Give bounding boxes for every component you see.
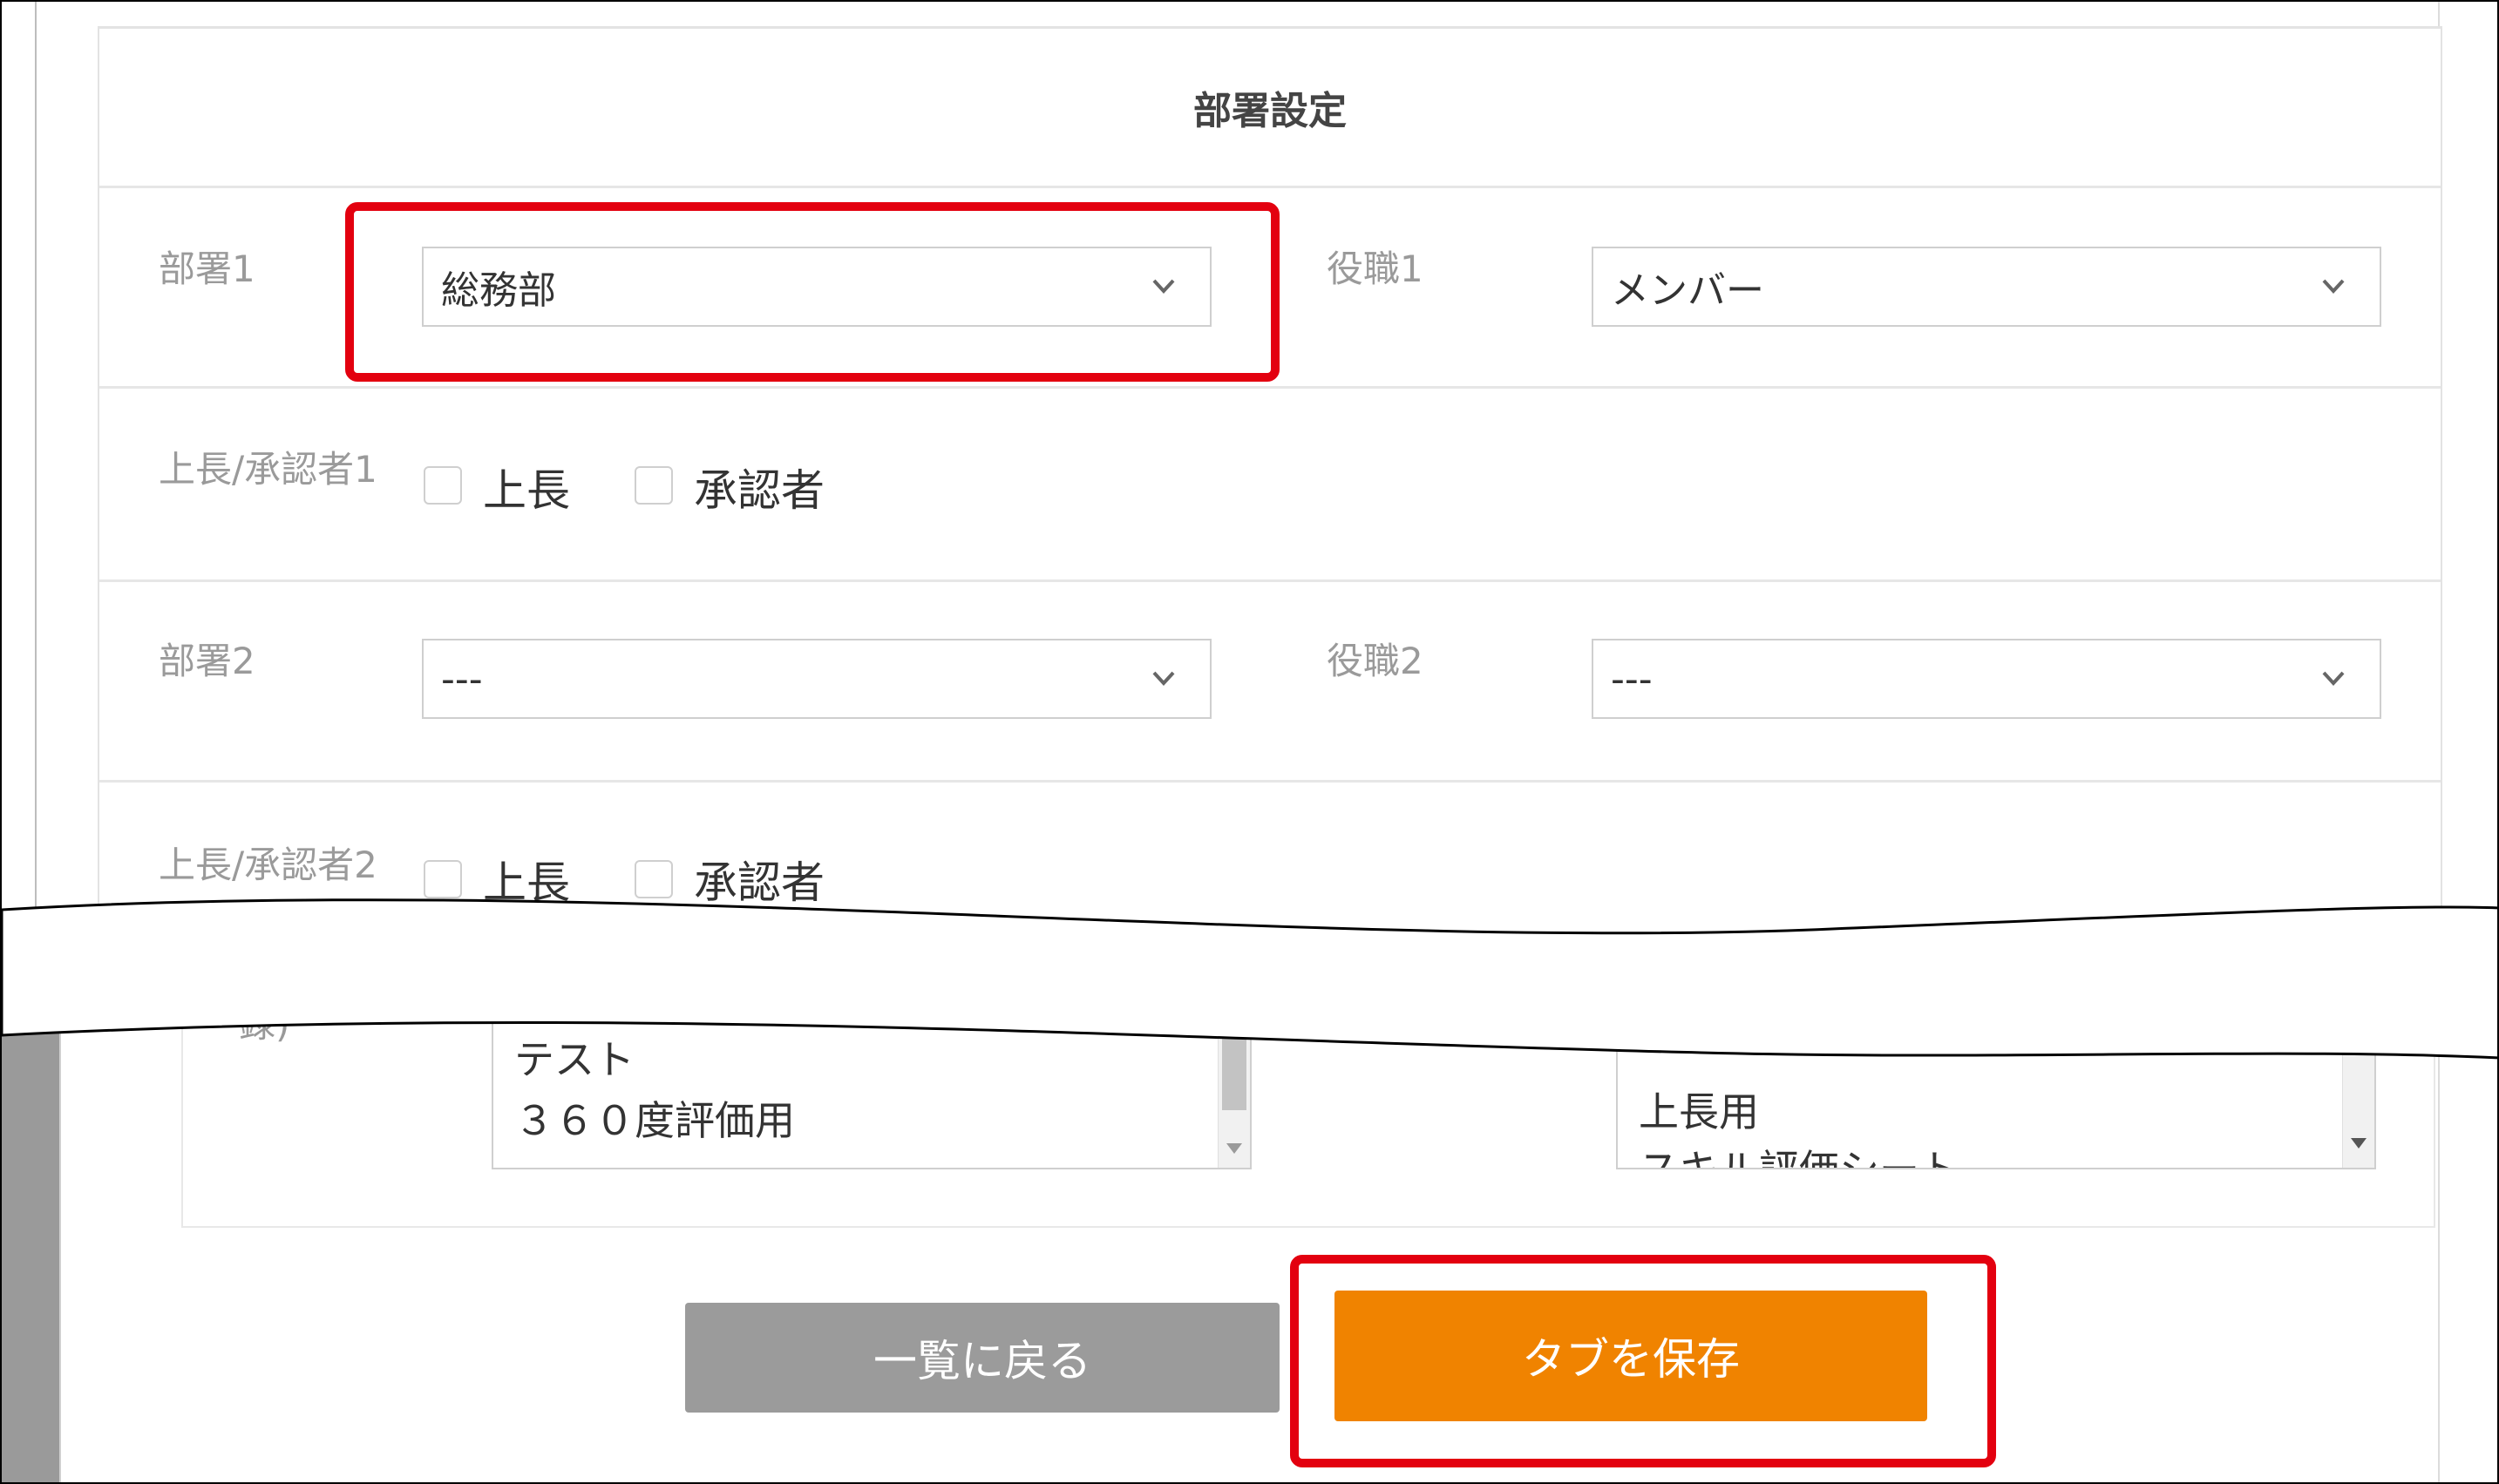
dept1-label: 部署1 <box>159 247 255 290</box>
approver2-checkbox[interactable] <box>635 860 673 898</box>
scrollbar[interactable] <box>1218 988 1250 1168</box>
approver1-label: 上長/承認者1 <box>159 448 377 491</box>
left-template-listbox[interactable]: テスト ３６０度評価用 <box>492 986 1252 1169</box>
boss1-checkbox[interactable] <box>424 466 462 505</box>
boss2-checkbox[interactable] <box>424 860 462 898</box>
left-inner-strip <box>59 1013 122 1482</box>
role1-label: 役職1 <box>1327 247 1423 290</box>
role2-label: 役職2 <box>1327 640 1423 682</box>
right-edge <box>2438 2 2497 1482</box>
partial-label: 録) <box>239 1003 290 1046</box>
chevron-down-icon <box>1152 671 1175 686</box>
back-to-list-button[interactable]: 一覧に戻る <box>685 1303 1280 1413</box>
approver2-label: 上長/承認者2 <box>159 844 377 886</box>
screenshot-frame: 部署設定 部署1 総務部 役職1 メンバー 上長/承認者1 上長 承認者 部署2… <box>0 0 2499 1484</box>
dept2-select[interactable]: --- <box>422 639 1212 719</box>
chevron-down-icon <box>2322 671 2345 686</box>
list-item[interactable]: 上長用 <box>1639 1081 1759 1138</box>
boss1-checkbox-label: 上長 <box>483 465 570 516</box>
scrollbar-thumb[interactable] <box>1222 1023 1246 1110</box>
list-item[interactable]: テスト <box>514 1028 635 1086</box>
row-divider <box>99 579 2441 582</box>
boss2-checkbox-label: 上長 <box>483 857 570 908</box>
scroll-down-icon[interactable] <box>2351 1138 2367 1149</box>
list-item[interactable]: スキル評価シート <box>1639 1138 1959 1168</box>
role1-value: メンバー <box>1611 268 1764 313</box>
row-divider <box>99 780 2441 783</box>
right-template-listbox[interactable]: 評価（被評価者） 上長用 スキル評価シート <box>1616 986 2376 1169</box>
scroll-down-icon[interactable] <box>1226 1143 1242 1154</box>
list-item[interactable]: 評価（被評価者） <box>1639 988 1959 1037</box>
scrollbar[interactable] <box>2342 988 2374 1168</box>
approver2-checkbox-label: 承認者 <box>694 857 825 908</box>
dept2-label: 部署2 <box>159 640 255 682</box>
highlight-dept1 <box>345 202 1280 382</box>
role2-select[interactable]: --- <box>1592 639 2381 719</box>
role2-value: --- <box>1611 656 1653 701</box>
left-strip <box>2 2 37 908</box>
highlight-save-button <box>1290 1255 1996 1467</box>
approver1-checkbox-label: 承認者 <box>694 465 825 516</box>
dept2-value: --- <box>441 656 483 701</box>
chevron-down-icon <box>2322 279 2345 294</box>
row-divider <box>99 386 2441 389</box>
left-gray-strip <box>2 1013 59 1482</box>
list-item[interactable]: ３６０度評価用 <box>514 1089 795 1147</box>
role1-select[interactable]: メンバー <box>1592 247 2381 327</box>
approver1-checkbox[interactable] <box>635 466 673 505</box>
department-settings-panel: 部署設定 部署1 総務部 役職1 メンバー 上長/承認者1 上長 承認者 部署2… <box>98 26 2442 918</box>
panel-title: 部署設定 <box>99 29 2441 188</box>
